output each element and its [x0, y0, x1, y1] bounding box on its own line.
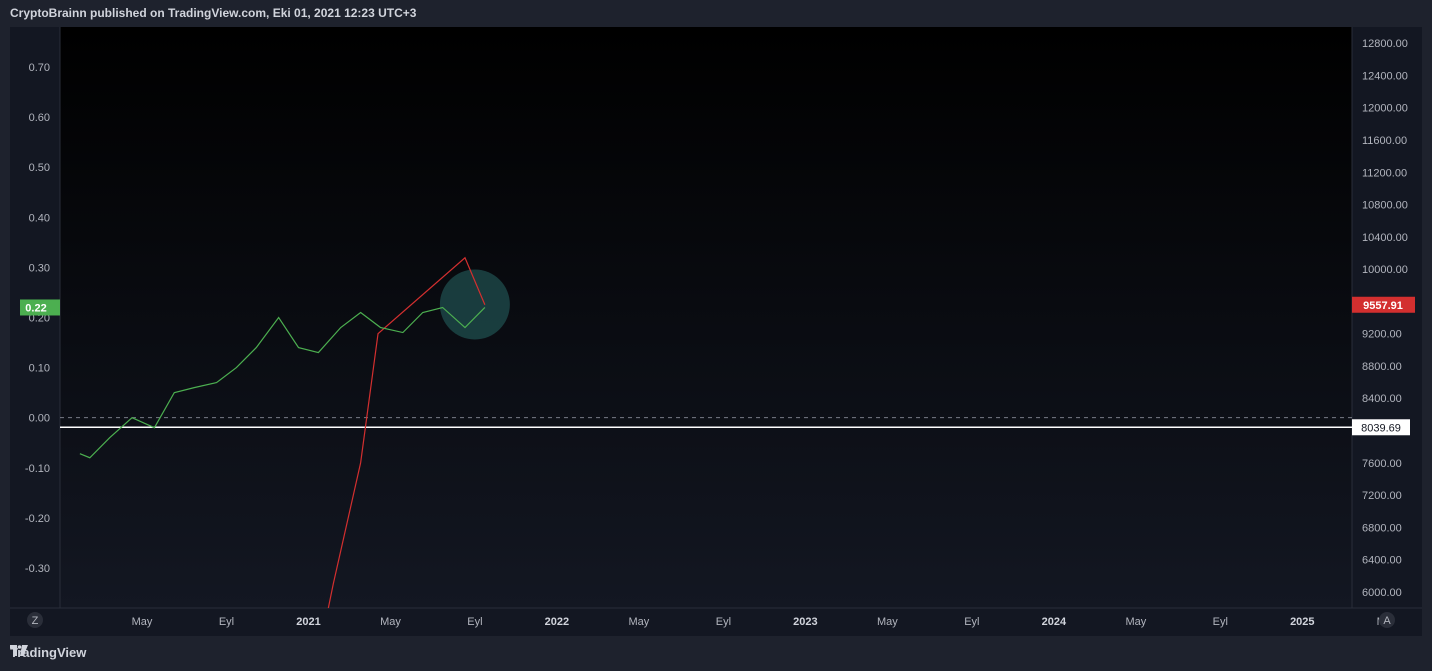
right-axis-tick: 6000.00: [1362, 587, 1402, 599]
x-axis-tick: May: [132, 616, 153, 628]
x-axis-tick: Eyl: [219, 616, 234, 628]
left-axis-tick: 0.60: [29, 112, 50, 124]
x-axis-tick: 2025: [1290, 616, 1314, 628]
x-axis-tick: 2024: [1042, 616, 1067, 628]
right-axis-tick: 11600.00: [1362, 135, 1407, 147]
right-axis-tick: 10400.00: [1362, 232, 1408, 244]
right-axis-tick: 7600.00: [1362, 458, 1402, 470]
right-axis-tick: 9200.00: [1362, 329, 1402, 341]
right-axis-tick: 6400.00: [1362, 555, 1402, 567]
indicator-value-label: 0.22: [25, 302, 46, 314]
right-axis-tick: 12400.00: [1362, 70, 1408, 82]
right-axis-tick: 6800.00: [1362, 522, 1402, 534]
left-axis-tick: -0.20: [25, 513, 50, 525]
left-axis-tick: 0.50: [29, 162, 50, 174]
left-axis-tick: 0.00: [29, 413, 50, 425]
right-axis-tick: 11200.00: [1362, 167, 1407, 179]
chart-area[interactable]: 0.70 0.60 0.50 0.40 0.30 0.20 0.10 0.00 -0.10 -0.…: [10, 27, 1422, 636]
left-axis-tick: -0.30: [25, 563, 50, 575]
left-axis-tick: 0.10: [29, 363, 50, 375]
left-axis-tick: -0.10: [25, 463, 50, 475]
tradingview-logo-icon: [10, 645, 28, 656]
right-axis-tick: 12000.00: [1362, 103, 1408, 115]
x-axis-tick: Eyl: [964, 616, 979, 628]
right-axis-tick: 10000.00: [1362, 264, 1408, 276]
x-axis-tick: May: [629, 616, 650, 628]
left-axis-tick: 0.70: [29, 62, 50, 74]
left-axis-tick: 0.40: [29, 212, 50, 224]
x-axis-tick: 2023: [793, 616, 817, 628]
plot-background: [60, 27, 1352, 608]
zoom-button-label: Z: [32, 615, 39, 627]
x-axis-tick: 2021: [296, 616, 320, 628]
x-axis-tick: May: [380, 616, 401, 628]
right-axis-tick: 8800.00: [1362, 361, 1402, 373]
x-axis-tick: Eyl: [467, 616, 482, 628]
price-label: 9557.91: [1363, 300, 1403, 312]
publish-info: CryptoBrainn published on TradingView.co…: [10, 6, 417, 20]
chart-svg: 0.700.600.500.400.300.200.100.00-0.10-0.…: [10, 27, 1422, 636]
right-axis-tick: 10800.00: [1362, 200, 1408, 212]
right-axis-tick: 7200.00: [1362, 490, 1402, 502]
x-axis-tick: Eyl: [716, 616, 731, 628]
x-axis-tick: Eyl: [1213, 616, 1228, 628]
left-axis-tick: 0.30: [29, 262, 50, 274]
x-axis-tick: May: [1125, 616, 1146, 628]
x-axis-tick: 2022: [545, 616, 569, 628]
right-axis-tick: 8400.00: [1362, 393, 1402, 405]
x-axis-tick: May: [877, 616, 898, 628]
baseline-label: 8039.69: [1361, 422, 1401, 434]
right-axis-tick: 12800.00: [1362, 38, 1408, 50]
auto-scale-button-label: A: [1383, 615, 1391, 627]
tradingview-logo[interactable]: TradingView: [10, 645, 86, 660]
